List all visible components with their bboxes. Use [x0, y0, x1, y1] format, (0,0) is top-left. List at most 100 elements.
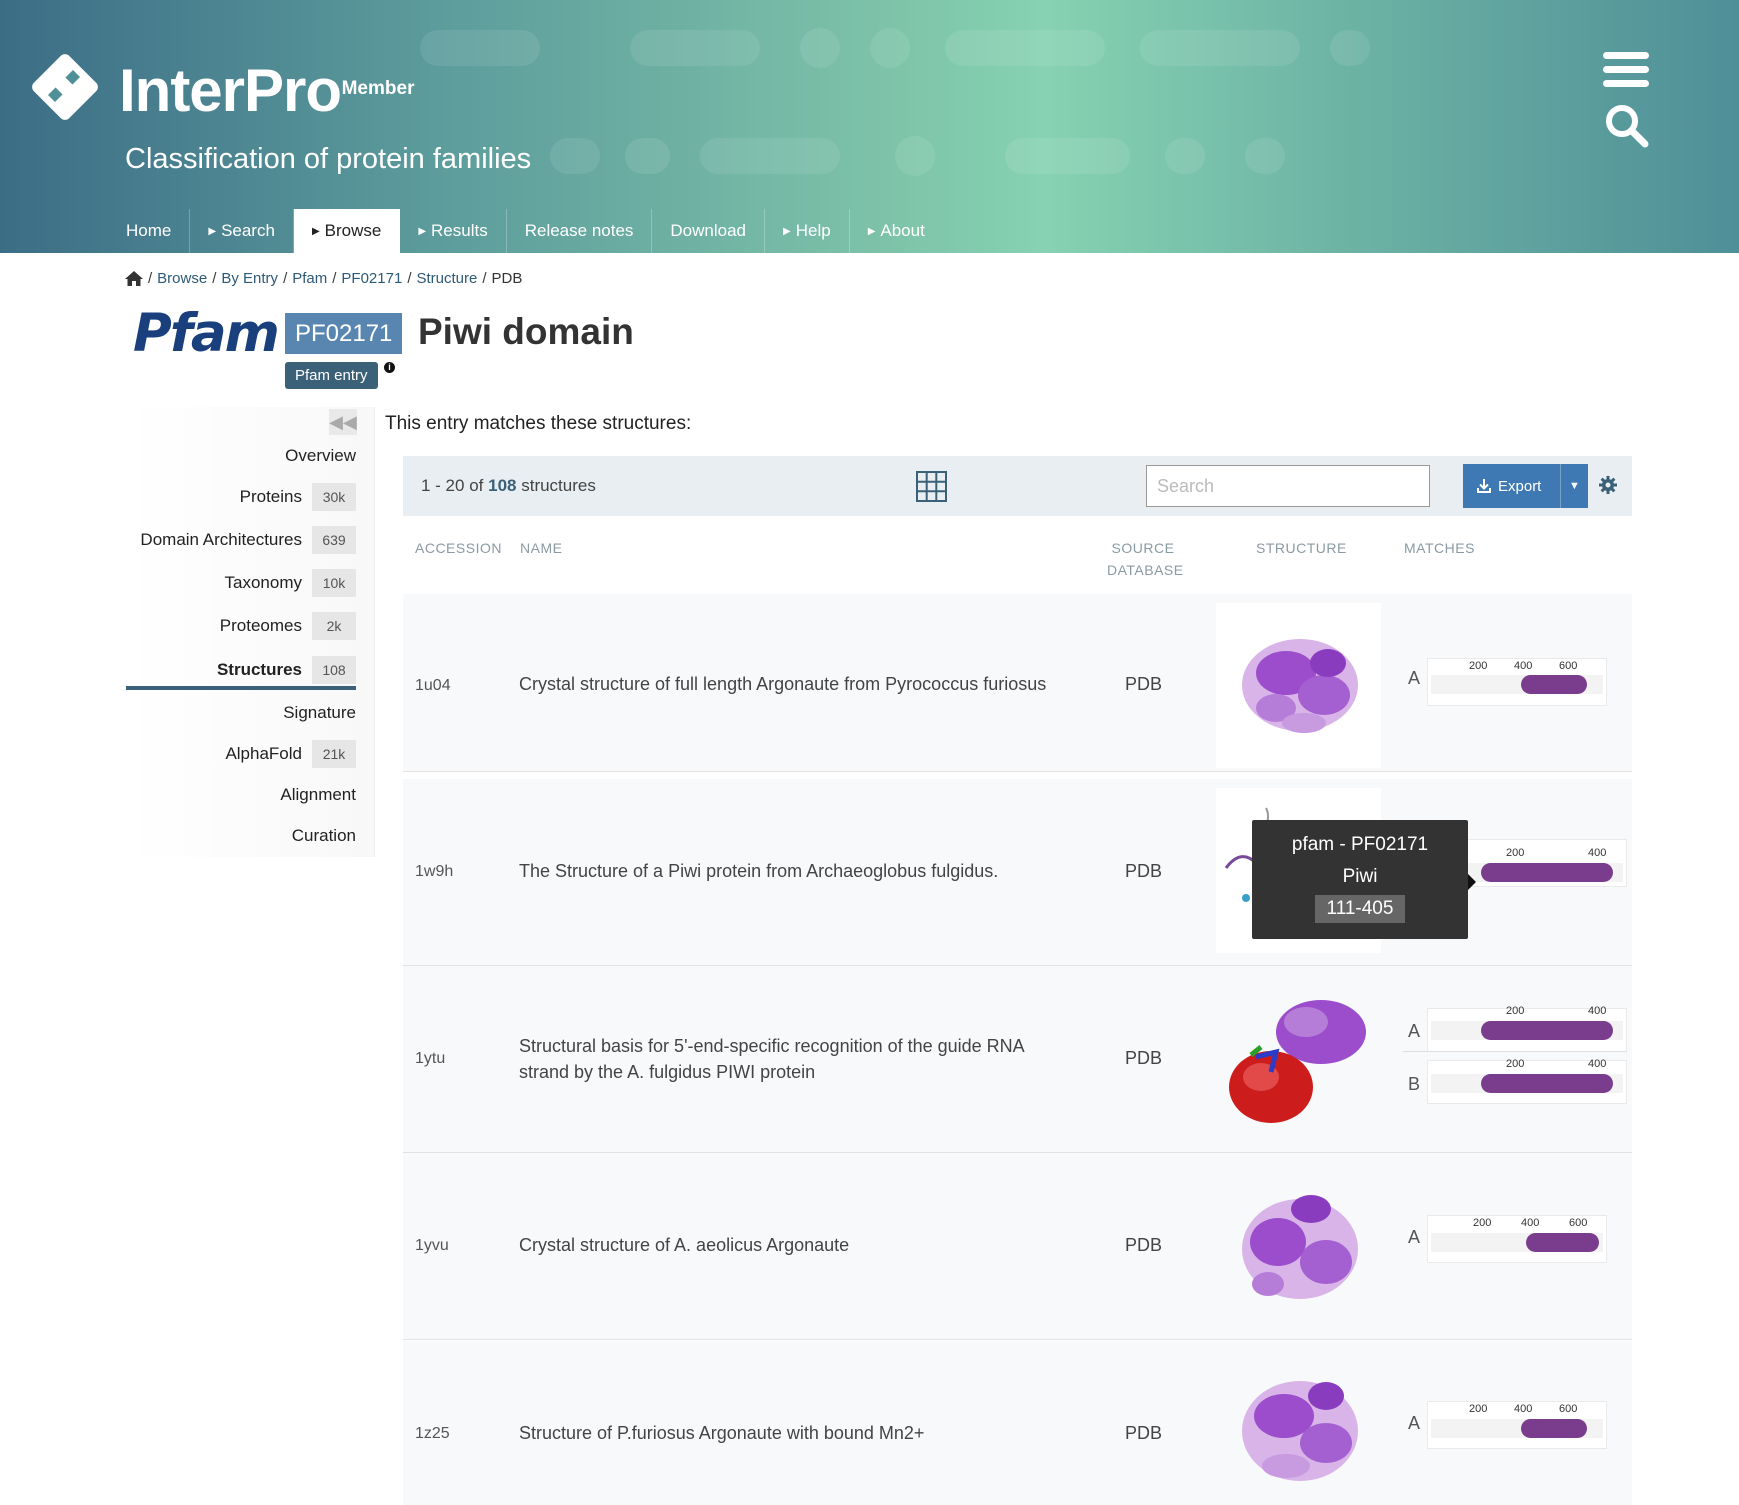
- tooltip-title: pfam - PF02171: [1291, 834, 1429, 855]
- column-header-name[interactable]: NAME: [520, 537, 562, 559]
- nav-tab-help[interactable]: ▶ Help: [765, 209, 850, 253]
- sidebar: ◀◀ Overview Proteins 30k Domain Architec…: [126, 407, 375, 857]
- collapse-sidebar-icon[interactable]: ◀◀: [329, 409, 357, 435]
- match-bar[interactable]: [1526, 1233, 1600, 1252]
- sidebar-item-structures[interactable]: Structures 108: [217, 655, 356, 685]
- match-tooltip: pfam - PF02171 Piwi 111-405: [1252, 820, 1476, 939]
- sidebar-item-proteins[interactable]: Proteins 30k: [240, 482, 356, 512]
- grid-view-icon[interactable]: [916, 471, 947, 502]
- nav-tab-results[interactable]: ▶ Results: [400, 209, 507, 253]
- nav-tab-browse[interactable]: ▶ Browse: [293, 209, 401, 253]
- menu-icon[interactable]: [1603, 52, 1649, 88]
- section-intro: This entry matches these structures:: [385, 413, 692, 434]
- row-accession[interactable]: 1z25: [415, 1425, 450, 1443]
- chain-label: A: [1408, 668, 1421, 688]
- sidebar-item-label: Alignment: [280, 785, 356, 804]
- info-icon[interactable]: i: [384, 362, 395, 373]
- tooltip-arrow: [1468, 874, 1476, 890]
- tooltip-range: 111-405: [1314, 895, 1406, 923]
- site-tagline: Classification of protein families: [125, 143, 532, 175]
- tick-label: 200: [1506, 1058, 1525, 1070]
- row-accession[interactable]: 1u04: [415, 677, 451, 695]
- masthead: InterPro - Member Classification of prot…: [0, 0, 1739, 253]
- interpro-logo-icon[interactable]: [28, 50, 102, 124]
- match-bar[interactable]: [1521, 675, 1588, 694]
- match-bar[interactable]: [1480, 1021, 1614, 1040]
- protein-structure-image: [1242, 639, 1358, 733]
- table-search-input[interactable]: [1146, 465, 1430, 507]
- chain-label: A: [1408, 1413, 1421, 1433]
- column-header-matches: MATCHES: [1404, 540, 1475, 556]
- column-header-accession[interactable]: ACCESSION: [415, 537, 502, 559]
- nav-tab-search[interactable]: ▶ Search: [190, 209, 294, 253]
- row-name[interactable]: Structure of P.furiosus Argonaute with b…: [519, 1420, 1059, 1446]
- sidebar-count-badge: 2k: [312, 612, 356, 640]
- nav-tab-download[interactable]: Download: [652, 209, 766, 253]
- table-row: 1ytu Structural basis for 5'-end-specifi…: [403, 966, 1632, 1153]
- sidebar-count-badge: 108: [312, 656, 356, 684]
- nav-tab-release-notes[interactable]: Release notes: [507, 209, 653, 253]
- nav-tab-about[interactable]: ▶ About: [850, 209, 943, 253]
- breadcrumb-separator: /: [212, 270, 217, 287]
- row-source-db: PDB: [1125, 1423, 1163, 1443]
- export-dropdown-icon[interactable]: ▼: [1560, 464, 1588, 508]
- breadcrumb-browse[interactable]: Browse: [157, 270, 207, 287]
- row-name[interactable]: Structural basis for 5'-end-specific rec…: [519, 1033, 1059, 1085]
- sidebar-item-label: Curation: [291, 826, 356, 845]
- sidebar-item-overview[interactable]: Overview: [285, 441, 356, 471]
- table-toolbar: 1 - 20 of 108 structures Export ▼: [403, 456, 1632, 516]
- export-label: Export: [1498, 477, 1542, 495]
- structure-thumbnail[interactable]: [1216, 1164, 1381, 1329]
- table-row: 1z25 Structure of P.furiosus Argonaute w…: [403, 1341, 1632, 1505]
- logo-text[interactable]: InterPro: [119, 56, 342, 125]
- tick-label: 200: [1506, 1005, 1525, 1017]
- main-nav: Home ▶ Search ▶ Browse ▶ Results Release no…: [108, 209, 943, 253]
- sidebar-item-curation[interactable]: Curation: [292, 821, 356, 851]
- sidebar-item-alphafold[interactable]: AlphaFold 21k: [225, 739, 356, 769]
- sidebar-item-alignment[interactable]: Alignment: [280, 780, 356, 810]
- breadcrumb-separator: /: [407, 270, 412, 287]
- sidebar-item-proteomes[interactable]: Proteomes 2k: [220, 611, 356, 641]
- tick-label: 400: [1514, 660, 1533, 672]
- count-suffix: structures: [521, 476, 596, 495]
- row-accession[interactable]: 1ytu: [415, 1050, 445, 1068]
- tick-label: 400: [1588, 1058, 1607, 1070]
- results-count: 1 - 20 of 108 structures: [421, 476, 596, 496]
- structure-thumbnail[interactable]: [1216, 603, 1381, 768]
- row-accession[interactable]: 1yvu: [415, 1237, 449, 1255]
- match-bar[interactable]: [1521, 1419, 1588, 1438]
- match-bar[interactable]: [1480, 1074, 1614, 1093]
- tick-label: 400: [1521, 1217, 1540, 1229]
- sidebar-item-signature[interactable]: Signature: [283, 698, 356, 728]
- nav-tab-label: Search: [221, 221, 275, 240]
- breadcrumb-by-entry[interactable]: By Entry: [221, 270, 278, 287]
- row-name[interactable]: Crystal structure of full length Argonau…: [519, 671, 1059, 697]
- export-button[interactable]: Export ▼: [1463, 464, 1588, 508]
- sidebar-item-domain-architectures[interactable]: Domain Architectures 639: [140, 525, 356, 555]
- sidebar-item-label: Overview: [285, 446, 356, 465]
- caret-right-icon: ▶: [208, 225, 217, 237]
- gear-icon[interactable]: [1599, 476, 1617, 494]
- breadcrumb-separator: /: [482, 270, 487, 287]
- match-bar[interactable]: [1480, 863, 1614, 882]
- breadcrumb-accession[interactable]: PF02171: [341, 270, 402, 287]
- structure-thumbnail[interactable]: [1216, 1351, 1381, 1501]
- column-header-source-database[interactable]: SOURCE DATABASE: [1107, 537, 1183, 581]
- nav-tab-home[interactable]: Home: [108, 209, 191, 253]
- sidebar-item-label: Proteomes: [219, 616, 302, 635]
- tick-label: 600: [1569, 1217, 1588, 1229]
- home-icon[interactable]: [125, 271, 143, 286]
- breadcrumb-pfam[interactable]: Pfam: [292, 270, 327, 287]
- caret-right-icon: ▶: [783, 225, 791, 237]
- protein-structure-image: [1242, 1381, 1358, 1481]
- breadcrumb-structure[interactable]: Structure: [416, 270, 477, 287]
- search-icon[interactable]: [1603, 102, 1649, 148]
- nav-tab-label: Browse: [324, 221, 382, 240]
- row-name[interactable]: The Structure of a Piwi protein from Arc…: [519, 858, 1059, 884]
- structure-thumbnail[interactable]: [1216, 977, 1381, 1142]
- sidebar-item-label: AlphaFold: [225, 744, 302, 763]
- count-prefix: 1 - 20 of: [421, 476, 484, 495]
- sidebar-item-taxonomy[interactable]: Taxonomy 10k: [225, 568, 356, 598]
- row-accession[interactable]: 1w9h: [415, 863, 453, 881]
- row-name[interactable]: Crystal structure of A. aeolicus Argonau…: [519, 1232, 1059, 1258]
